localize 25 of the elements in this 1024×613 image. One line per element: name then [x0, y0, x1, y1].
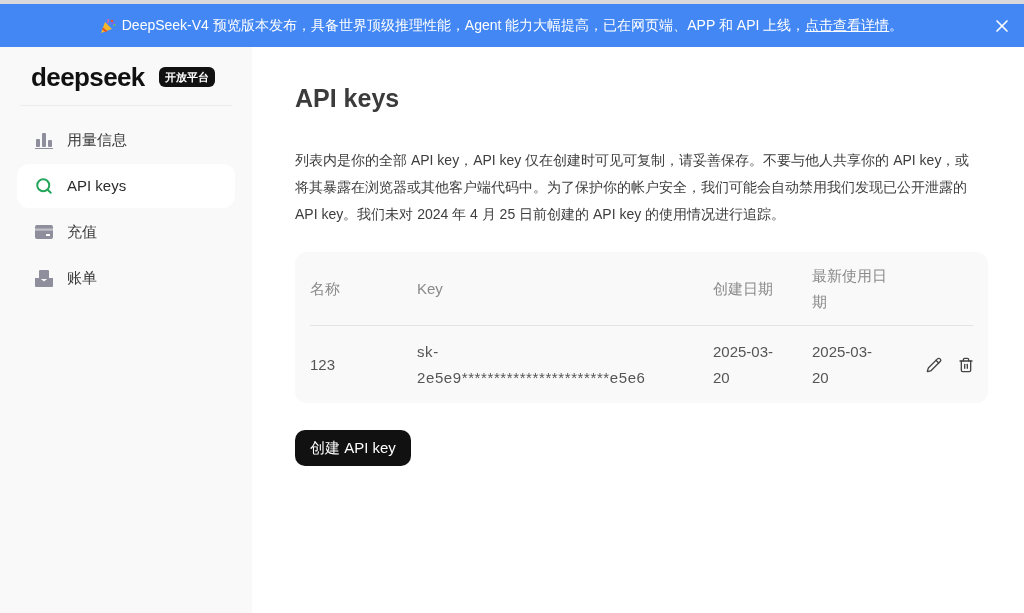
sidebar-nav-item[interactable]: 充值	[17, 210, 235, 254]
table-cell-text: 2025-03-20	[713, 341, 775, 388]
platform-badge: 开放平台	[158, 67, 215, 87]
description-text: 列表内是你的全部 API key，API key 仅在创建时可见可复制，请妥善保存。不要与他人共享你的 API key，或将其暴露在浏览器或其他客户端代码中。为了保护你的帐户安全，我们可能会自动禁用我们发现已公开泄露的 API key。我们未对 2024 年 4 月 25 日前创建的 API key 的使用情况进行追踪。	[295, 151, 971, 224]
sidebar-nav-item[interactable]: 账单	[17, 256, 235, 300]
party-popper-icon	[99, 17, 116, 34]
sidebar-nav-item[interactable]: 用量信息	[17, 118, 235, 162]
search-icon	[35, 177, 53, 195]
trash-icon	[958, 356, 974, 373]
create-api-key-button[interactable]: 创建 API key	[295, 430, 411, 466]
card-icon	[35, 225, 53, 239]
inbox-tray-icon	[35, 269, 53, 287]
page-title: API keys	[295, 83, 400, 114]
sidebar-nav-item[interactable]: API keys	[17, 164, 235, 208]
column-header: 创建日期	[713, 278, 774, 299]
table-cell-text: 2025-03-20	[812, 341, 874, 388]
bar-chart-icon	[35, 131, 53, 149]
table-cell-text: 123	[310, 354, 337, 375]
announcement-text: DeepSeek-V4 预览版本发布，具备世界顶级推理性能，Agent 能力大幅提高，已在网页端、APP 和 API 上线，点击查看详情。	[121, 16, 904, 35]
logo-wordmark: deepseek	[31, 62, 145, 92]
column-header: 名称	[310, 278, 341, 299]
table-cell-text: sk-2e5e9***********************e5e6	[417, 341, 647, 388]
column-header: 最新使用日期	[812, 265, 888, 312]
column-header: Key	[417, 278, 444, 299]
pencil-icon	[926, 356, 942, 373]
